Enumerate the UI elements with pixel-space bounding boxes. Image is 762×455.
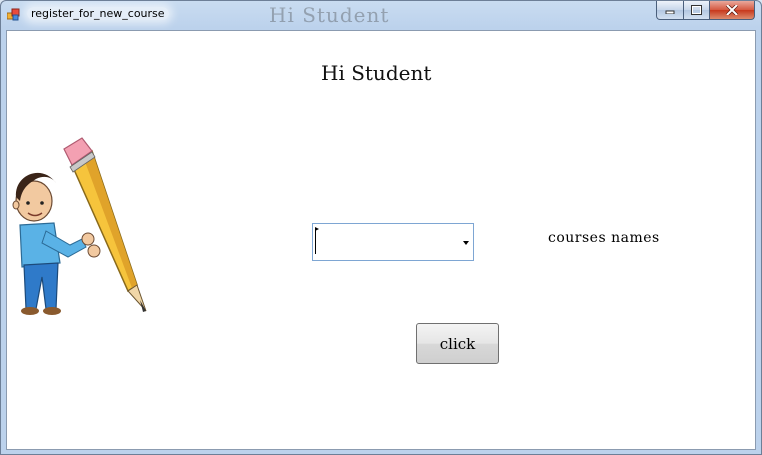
courses-names-label: courses names xyxy=(548,230,660,246)
window-controls xyxy=(656,1,755,20)
form-client-area: Hi Student courses names click xyxy=(6,30,756,450)
dropdown-arrow-icon[interactable] xyxy=(463,241,469,245)
click-button[interactable]: click xyxy=(416,323,499,364)
window-title: register_for_new_course xyxy=(27,7,169,20)
maximize-button[interactable] xyxy=(684,1,710,20)
minimize-icon xyxy=(665,10,675,14)
courses-combobox[interactable] xyxy=(312,223,474,261)
title-bar[interactable]: register_for_new_course Hi Student xyxy=(1,1,761,29)
window-title-ghost: Hi Student xyxy=(269,3,390,27)
maximize-icon xyxy=(691,5,702,15)
minimize-button[interactable] xyxy=(656,1,684,20)
caret-flag xyxy=(315,227,319,231)
close-icon xyxy=(726,5,738,15)
close-button[interactable] xyxy=(710,1,755,20)
page-title: Hi Student xyxy=(321,61,432,85)
app-window: register_for_new_course Hi Student Hi St… xyxy=(0,0,762,455)
student-pencil-illustration xyxy=(12,137,147,315)
text-caret xyxy=(315,228,316,254)
app-icon xyxy=(7,8,20,21)
